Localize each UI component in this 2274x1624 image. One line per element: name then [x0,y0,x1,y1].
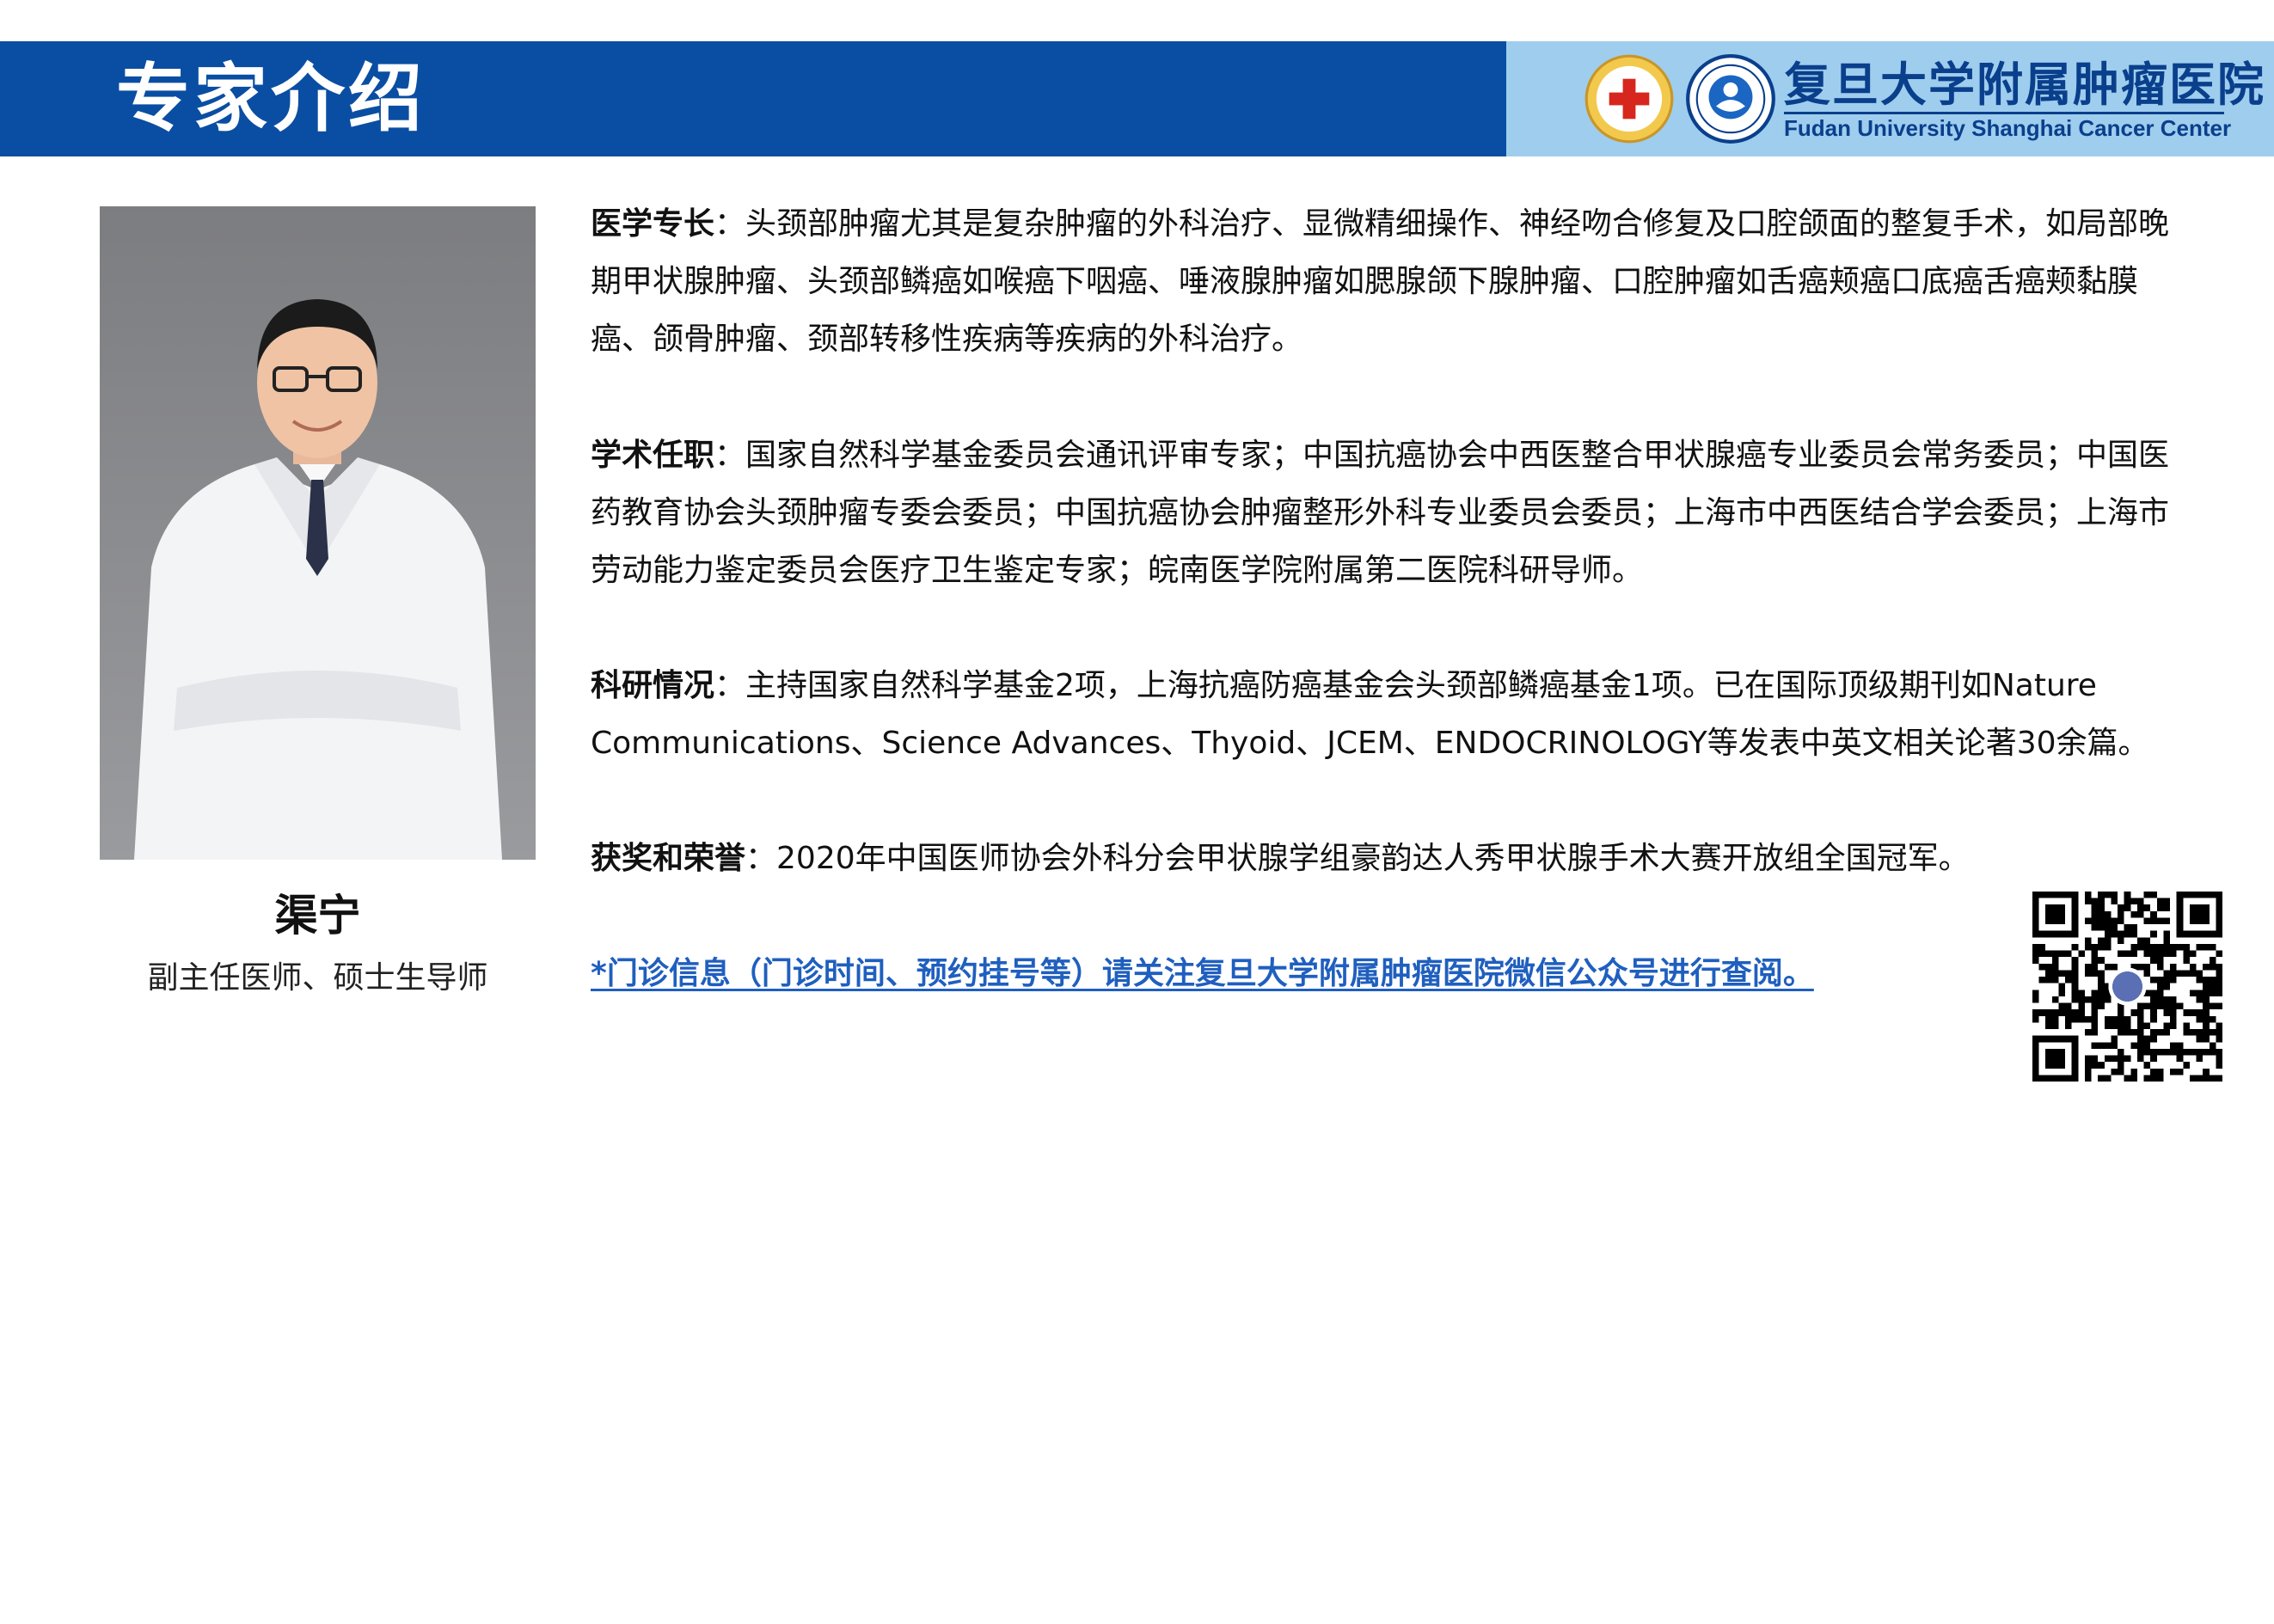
doctor-portrait-illustration [134,299,502,860]
section-awards: 获奖和荣誉：2020年中国医师协会外科分会甲状腺学组豪韵达人秀甲状腺手术大赛开放… [591,830,2198,887]
red-cross-emblem-icon [1584,54,1674,144]
clinic-info-link[interactable]: *门诊信息（门诊时间、预约挂号等）请关注复旦大学附属肿瘤医院微信公众号进行查阅。 [591,944,1814,1004]
section-separator: ： [714,438,746,473]
section-label: 医学专长 [591,206,715,242]
page-title: 专家介绍 [116,56,426,142]
expert-name: 渠宁 [274,891,361,941]
section-medical-expertise: 医学专长：头颈部肿瘤尤其是复杂肿瘤的外科治疗、显微精细操作、神经吻合修复及口腔颌… [591,195,2198,368]
section-text: 国家自然科学基金委员会通讯评审专家；中国抗癌协会中西医整合甲状腺癌专业委员会常务… [591,438,2170,588]
section-text: 头颈部肿瘤尤其是复杂肿瘤的外科治疗、显微精细操作、神经吻合修复及口腔颌面的整复手… [591,206,2170,357]
logo-chinese-name: 复旦大学附属肿瘤医院 [1784,57,2265,112]
logo-english-name: Fudan University Shanghai Cancer Center [1784,115,2232,141]
section-label: 获奖和荣誉 [591,841,746,876]
section-separator: ： [745,841,777,876]
section-text: 2020年中国医师协会外科分会甲状腺学组豪韵达人秀甲状腺手术大赛开放组全国冠军。 [776,841,1970,876]
section-academic-positions: 学术任职：国家自然科学基金委员会通讯评审专家；中国抗癌协会中西医整合甲状腺癌专业… [591,426,2198,599]
section-label: 科研情况 [591,668,715,703]
expert-title: 副主任医师、硕士生导师 [147,960,488,996]
hospital-emblem-icon [1686,54,1775,144]
doctor-portrait [100,206,536,860]
section-separator: ： [714,668,746,703]
section-research: 科研情况：主持国家自然科学基金2项，上海抗癌防癌基金会头颈部鳞癌基金1项。已在国… [591,657,2198,772]
section-text: 主持国家自然科学基金2项，上海抗癌防癌基金会头颈部鳞癌基金1项。已在国际顶级期刊… [591,668,2149,761]
section-label: 学术任职 [591,438,715,473]
qr-code-icon[interactable] [2032,892,2222,1082]
section-separator: ： [714,206,746,242]
